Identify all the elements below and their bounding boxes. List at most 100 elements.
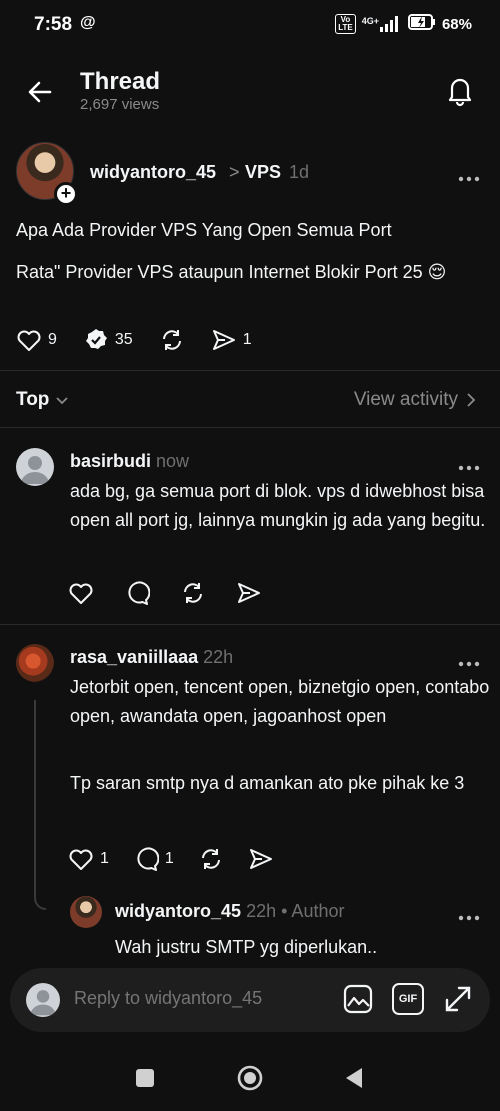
reply-actions: 1 1 [68,846,274,872]
view-activity-label: View activity [353,389,458,410]
share-button[interactable] [248,847,274,871]
image-icon[interactable] [342,983,374,1015]
battery-icon [407,13,436,35]
notifications-button[interactable] [442,72,478,108]
signal-icon: 4G+ [362,16,402,32]
avatar[interactable] [70,896,102,928]
reply-composer: GIF [10,968,490,1032]
divider [0,624,500,625]
repost-button[interactable] [198,846,224,872]
like-count: 9 [48,331,57,348]
heart-icon [69,849,93,870]
chevron-right-icon: > [229,162,240,182]
post-title-text: Apa Ada Provider VPS Yang Open Semua Por… [16,220,392,240]
reply-time: 22h • Author [246,901,345,921]
bell-icon [448,78,472,107]
views-count: 2,697 views [80,96,160,113]
status-right: Vo LTE 4G+ 68% [335,13,472,35]
avatar[interactable] [16,644,54,682]
thread-connector-line [34,700,46,910]
avatar[interactable] [16,448,54,486]
more-dots-icon [458,915,480,921]
reply-text: Wah justru SMTP yg diperlukan.. [115,937,378,957]
like-button[interactable]: 1 [68,847,109,871]
heart-icon [17,330,41,351]
reply-more-button[interactable] [458,458,480,471]
avatar [26,983,60,1017]
post-topic[interactable]: VPS [245,162,281,183]
reply-count: 35 [114,331,133,348]
gif-icon[interactable]: GIF [392,983,424,1015]
more-dots-icon [458,661,480,667]
like-count: 1 [100,850,109,867]
chevron-right-icon [467,393,476,407]
post-username[interactable]: widyantoro_45 [90,162,216,183]
share-button[interactable] [236,581,262,605]
status-time: 7:58 [34,14,73,35]
reply-input[interactable] [74,988,324,1009]
replies-button[interactable]: 35 [83,327,133,353]
repost-button[interactable] [180,580,206,606]
heart-icon [69,583,93,604]
post-actions: 9 35 1 [16,327,252,353]
back-nav-button[interactable] [340,1063,370,1093]
comment-button[interactable] [124,580,150,606]
like-button[interactable] [68,581,94,605]
triangle-back-icon [346,1068,362,1088]
like-button[interactable]: 9 [16,328,57,352]
page-title: Thread [80,68,161,95]
repost-icon [201,849,220,869]
share-button[interactable]: 1 [211,328,252,352]
recents-button[interactable] [130,1063,160,1093]
reply-username[interactable]: rasa_vaniillaaa 22h [70,647,233,668]
comment-icon [128,581,150,605]
sort-row: Top View activity [0,370,500,428]
share-icon [249,849,272,869]
follow-plus-icon[interactable]: + [54,182,78,206]
reply-more-button[interactable] [458,654,480,667]
expand-icon[interactable] [442,983,474,1015]
reply-text: Jetorbit open, tencent open, biznetgio o… [70,677,490,726]
post-body-text: Rata" Provider VPS ataupun Internet Blok… [16,262,447,282]
post-time: 1d [289,162,310,182]
app-header: Thread 2,697 views [0,56,500,126]
repost-icon [184,583,202,603]
reply-actions [68,580,262,606]
back-button[interactable] [22,74,58,110]
share-icon [238,583,260,603]
default-avatar-icon [21,456,49,484]
view-activity-link[interactable]: View activity [354,389,476,411]
reply-username[interactable]: widyantoro_45 22h • Author [115,901,344,922]
comment-count: 1 [164,850,174,867]
share-icon [212,330,235,350]
volte-icon: Vo LTE [335,14,356,34]
post-more-button[interactable] [458,169,480,182]
reply-username[interactable]: basirbudi now [70,451,189,472]
sort-dropdown[interactable]: Top [16,389,69,411]
arrow-left-icon [28,81,52,103]
share-count: 1 [242,331,252,348]
network-type: 4G+ [361,16,379,26]
reply-text: ada bg, ga semua port di blok. vps d idw… [70,481,486,530]
comment-icon [137,847,159,871]
repost-button[interactable] [159,327,185,353]
comment-button[interactable]: 1 [133,846,174,872]
more-dots-icon [458,465,480,471]
system-nav-bar [0,1045,500,1111]
chevron-down-icon [56,397,69,405]
more-dots-icon [458,176,480,182]
home-button[interactable] [235,1063,265,1093]
reply-more-button[interactable] [458,908,480,921]
sort-label: Top [16,389,50,410]
circle-icon [237,1065,263,1091]
battery-percent: 68% [441,15,472,33]
reply-time: now [156,451,190,471]
composer-icons: GIF [342,983,474,1015]
status-bar: 7:58 @ Vo LTE 4G+ 68% [0,0,500,48]
default-avatar-icon [30,990,56,1016]
comment-check-icon [85,329,107,349]
repost-icon [162,330,181,350]
reply-time: 22h [203,647,234,667]
reply-text: Tp saran smtp nya d amankan ato pke piha… [70,773,465,793]
author-tag: • Author [281,901,345,921]
